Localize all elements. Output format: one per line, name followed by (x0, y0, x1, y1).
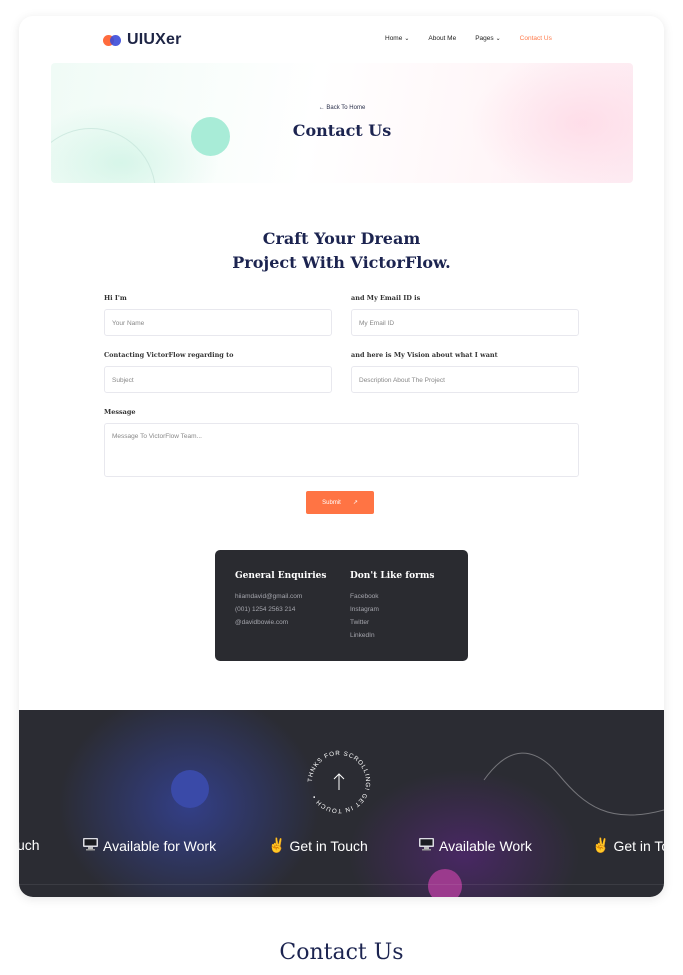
message-label: Message (104, 408, 136, 416)
marquee-text: Available Work (439, 837, 532, 854)
arrow-up-right-icon: ↗ (352, 500, 358, 506)
nav-item-contact[interactable]: Contact Us (520, 35, 552, 42)
marquee-item: uch (19, 837, 40, 853)
form-heading: Craft Your Dream Project With VictorFlow… (19, 227, 664, 275)
social-link-facebook[interactable]: Facebook (350, 590, 434, 603)
arrow-up-icon (333, 773, 345, 790)
email-input[interactable]: My Email ID (351, 309, 579, 336)
submit-button[interactable]: Submit ↗ (306, 491, 374, 514)
social-link-instagram[interactable]: Instagram (350, 603, 434, 616)
subject-input[interactable]: Subject (104, 366, 332, 393)
victory-hand-icon: ✌ (268, 837, 286, 853)
form-heading-line: Craft Your Dream (262, 229, 421, 248)
enquiries-heading: General Enquiries (235, 571, 327, 581)
main-nav: Home ⌄ About Me Pages ⌄ Contact Us (385, 35, 552, 42)
nav-item-label: Home (385, 35, 403, 42)
page-card: UIUXer Home ⌄ About Me Pages ⌄ Contact U… (19, 16, 664, 897)
page-title: Contact Us (292, 121, 392, 140)
email-link[interactable]: hiiamdavid@gmail.com (235, 590, 326, 603)
marquee-item: Available for Work (82, 837, 216, 854)
computer-icon (82, 837, 99, 854)
submit-label: Submit (322, 499, 341, 506)
victory-hand-icon: ✌ (592, 837, 610, 853)
nav-item-label: About Me (428, 35, 457, 42)
marquee-item: Available Work (418, 837, 532, 854)
scroll-to-top-badge[interactable]: THNKS FOR SCROLLING! GET IN TOUCH • (303, 746, 375, 818)
chevron-down-icon: ⌄ (495, 35, 501, 42)
vision-input[interactable]: Description About The Project (351, 366, 579, 393)
marquee-text: Available for Work (103, 837, 217, 854)
brand-logo[interactable]: UIUXer (103, 31, 182, 49)
image-caption: Contact Us (279, 940, 404, 965)
computer-icon (418, 837, 435, 854)
message-textarea[interactable]: Message To VictorFlow Team... (104, 423, 579, 477)
email-label: and My Email ID is (351, 294, 421, 302)
marquee-text: Get in To (613, 837, 664, 854)
marquee-item: ✌ Get in Touch (268, 837, 368, 854)
nav-item-pages[interactable]: Pages ⌄ (475, 35, 500, 42)
social-column: Don't Like forms Facebook Instagram Twit… (350, 571, 434, 642)
footer: THNKS FOR SCROLLING! GET IN TOUCH • uch … (19, 710, 664, 897)
phone-link[interactable]: (001) 1254 2563 214 (235, 603, 326, 616)
enquiries-column: General Enquiries hiiamdavid@gmail.com (… (235, 571, 326, 629)
brand-name: UIUXer (127, 31, 182, 48)
logo-mark-icon (103, 33, 122, 48)
nav-item-label: Contact Us (519, 35, 552, 42)
marquee-item: ✌ Get in To (592, 837, 664, 854)
name-input[interactable]: Your Name (104, 309, 332, 336)
nav-item-about[interactable]: About Me (428, 35, 456, 42)
social-link-twitter[interactable]: Twitter (350, 616, 434, 629)
chevron-down-icon: ⌄ (404, 35, 410, 42)
subject-label: Contacting VictorFlow regarding to (104, 351, 234, 359)
footer-divider (19, 884, 664, 885)
footer-circle-decoration (171, 770, 209, 808)
form-heading-line: Project With VictorFlow. (232, 253, 451, 272)
forms-heading: Don't Like forms (350, 571, 435, 581)
wave-line-decoration (483, 752, 664, 816)
back-to-home-link[interactable]: ← Back To Home (51, 105, 633, 111)
nav-item-home[interactable]: Home ⌄ (385, 35, 409, 42)
vision-label: and here is My Vision about what I want (351, 351, 498, 359)
nav-item-label: Pages (475, 35, 494, 42)
footer-marquee: uch Available for Work ✌ Get in Touch Av… (19, 837, 664, 861)
hero-banner: ← Back To Home Contact Us (51, 63, 633, 183)
social-link-linkedin[interactable]: LinkedIn (350, 629, 434, 642)
website-link[interactable]: @davidbowie.com (235, 616, 326, 629)
footer-circle-decoration (428, 869, 462, 897)
name-label: Hi I'm (104, 294, 127, 302)
marquee-text: uch (19, 837, 40, 853)
marquee-text: Get in Touch (289, 837, 368, 854)
contact-info-card: General Enquiries hiiamdavid@gmail.com (… (215, 550, 468, 661)
